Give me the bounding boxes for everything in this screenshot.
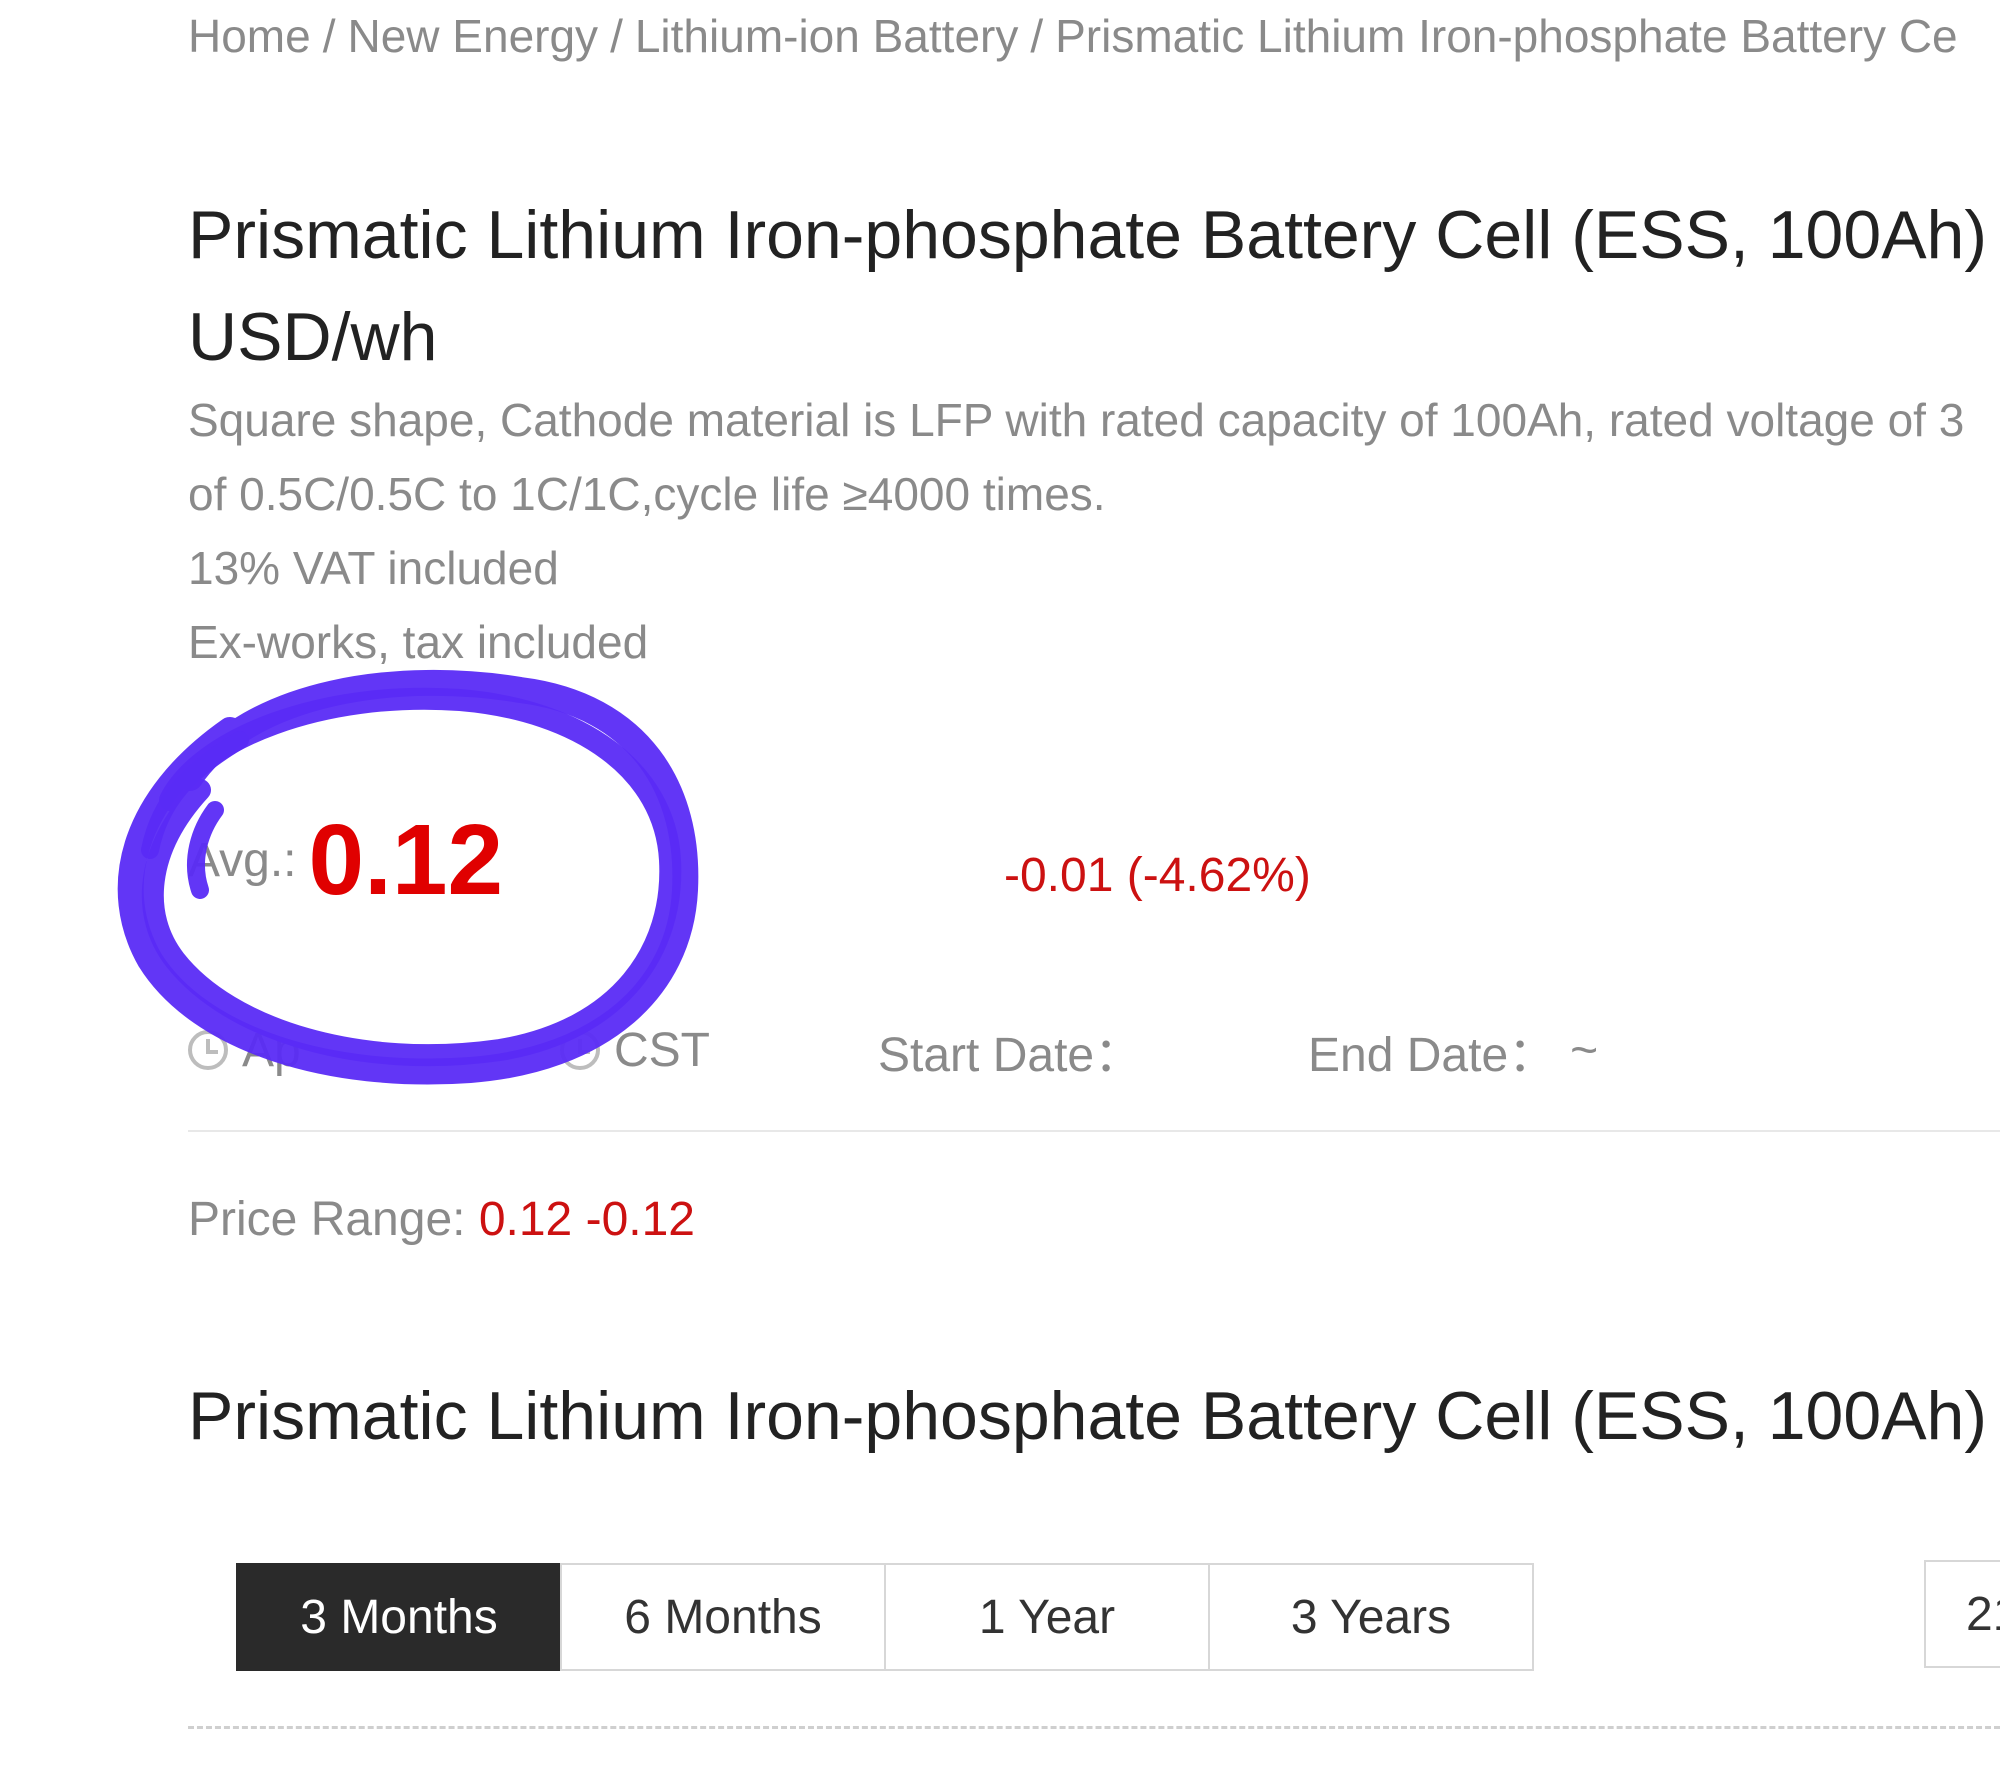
breadcrumb: Home / New Energy / Lithium-ion Battery / Pris… bbox=[188, 6, 1958, 66]
breadcrumb-home[interactable]: Home bbox=[188, 10, 311, 62]
tab-1-year[interactable]: 1 Year bbox=[884, 1563, 1210, 1671]
breadcrumb-new-energy[interactable]: New Energy bbox=[348, 10, 599, 62]
dashed-divider bbox=[188, 1726, 2000, 1729]
tab-3-months[interactable]: 3 Months bbox=[236, 1563, 562, 1671]
vat-note: 13% VAT included bbox=[188, 542, 559, 594]
globe-icon bbox=[560, 1030, 600, 1070]
product-description-line1: Square shape, Cathode material is LFP wi… bbox=[188, 394, 1965, 446]
end-date-value: ~ bbox=[1570, 1023, 1599, 1077]
breadcrumb-separator: / bbox=[322, 10, 336, 62]
page-title-line1: Prismatic Lithium Iron-phosphate Battery… bbox=[188, 197, 2000, 273]
breadcrumb-separator: / bbox=[610, 10, 623, 62]
period-tabs: 3 Months 6 Months 1 Year 3 Years bbox=[236, 1563, 1534, 1671]
timezone-label: CST bbox=[614, 1023, 710, 1077]
update-time: Ap bbox=[188, 1020, 301, 1080]
start-date: Start Date： bbox=[878, 1020, 1142, 1082]
divider bbox=[188, 1130, 2000, 1132]
terms-note: Ex-works, tax included bbox=[188, 616, 649, 668]
price-range-value: 0.12 -0.12 bbox=[478, 1193, 695, 1246]
average-price-value: 0.12 bbox=[308, 803, 504, 916]
breadcrumb-current: Prismatic Lithium Iron-phosphate Battery… bbox=[1055, 10, 1958, 62]
date-range-input[interactable]: 21 bbox=[1924, 1560, 2000, 1668]
tab-6-months[interactable]: 6 Months bbox=[560, 1563, 886, 1671]
clock-icon bbox=[188, 1030, 228, 1070]
price-range: Price Range: 0.12 -0.12 bbox=[188, 1192, 695, 1247]
price-change: -0.01 (-4.62%) bbox=[1004, 849, 1311, 902]
breadcrumb-lithium-ion-battery[interactable]: Lithium-ion Battery bbox=[635, 10, 1019, 62]
start-date-label: Start Date： bbox=[878, 1029, 1143, 1082]
average-price-label: Avg.: bbox=[188, 833, 297, 887]
chart-section-title: Prismatic Lithium Iron-phosphate Battery… bbox=[188, 1378, 2000, 1454]
timezone: CST bbox=[560, 1020, 710, 1080]
breadcrumb-separator: / bbox=[1030, 10, 1044, 62]
end-date: End Date： ~ bbox=[1308, 1020, 1599, 1083]
price-range-label: Price Range: bbox=[188, 1193, 466, 1246]
tab-3-years[interactable]: 3 Years bbox=[1208, 1563, 1534, 1671]
page-title: Prismatic Lithium Iron-phosphate Battery… bbox=[188, 184, 2000, 388]
page-title-line2: USD/wh bbox=[188, 299, 438, 375]
end-date-label: End Date： bbox=[1308, 1029, 1557, 1082]
product-description-line2: of 0.5C/0.5C to 1C/1C,cycle life ≥4000 t… bbox=[188, 468, 1106, 520]
update-date: Ap bbox=[242, 1023, 301, 1077]
average-price: Avg.: 0.12 bbox=[188, 800, 503, 920]
